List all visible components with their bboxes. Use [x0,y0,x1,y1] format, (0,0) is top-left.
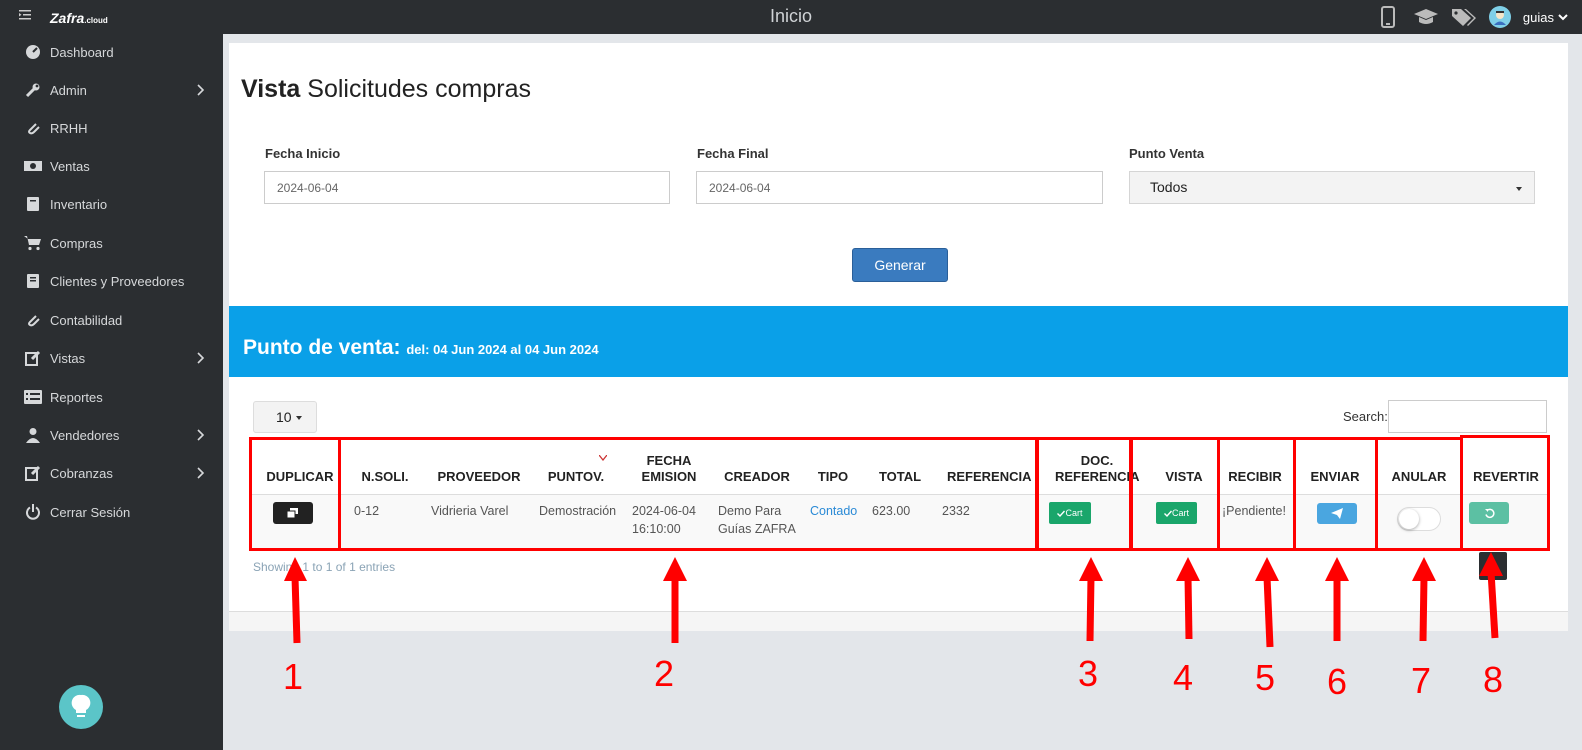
caret-down-icon [296,416,302,420]
paperclip-icon [24,311,42,329]
sidebar-item-contabilidad[interactable]: Contabilidad [0,302,223,338]
annotation-box-3 [1036,437,1132,551]
sidebar-item-vistas[interactable]: Vistas [0,340,223,376]
generar-button[interactable]: Generar [852,248,948,282]
annotation-arrow-7 [1412,557,1436,642]
sidebar-item-clientes-proveedores[interactable]: Clientes y Proveedores [0,263,223,299]
annotation-box-8 [1460,435,1550,551]
wrench-icon [24,81,42,99]
sidebar-item-rrhh[interactable]: RRHH [0,110,223,146]
chevron-down-icon [1558,14,1568,21]
chevron-right-icon [197,352,205,364]
annotation-number-1: 1 [283,656,304,697]
annotation-number-3: 3 [1078,653,1099,694]
cart-icon [24,234,42,252]
annotation-box-6 [1293,437,1378,551]
annotation-arrow-4 [1176,557,1200,640]
edit-icon [24,464,42,482]
annotation-box-2 [338,437,1038,551]
annotation-arrow-3 [1079,557,1103,642]
user-icon [24,426,42,444]
chevron-right-icon [197,429,205,441]
sidebar-item-compras[interactable]: Compras [0,225,223,261]
page-title: Vista Solicitudes compras [241,75,531,103]
annotation-number-6: 6 [1327,661,1348,702]
sidebar-item-dashboard[interactable]: Dashboard [0,34,223,70]
annotation-number-7: 7 [1411,660,1432,701]
mobile-icon[interactable] [1375,5,1401,29]
annotation-arrow-6 [1325,557,1349,641]
punto-venta-label: Punto Venta [1129,146,1205,161]
sidebar-item-reportes[interactable]: Reportes [0,379,223,415]
sidebar-item-cobranzas[interactable]: Cobranzas [0,455,223,491]
tags-icon[interactable] [1451,5,1477,29]
annotation-number-2: 2 [654,653,675,694]
book-icon [24,195,42,213]
power-icon [24,503,42,521]
search-label: Search: [1343,409,1388,424]
lightbulb-icon [71,694,91,717]
money-icon [24,157,42,175]
page-header-title: Inicio [769,6,813,26]
paperclip-icon [24,119,42,137]
filter-panel: Vista Solicitudes compras Fecha Inicio 2… [229,43,1568,306]
sidebar-item-admin[interactable]: Admin [0,72,223,108]
results-header: Punto de venta: del: 04 Jun 2024 al 04 J… [229,306,1568,377]
chevron-right-icon [197,467,205,479]
annotation-box-5 [1217,437,1296,551]
list-icon [24,388,42,406]
annotation-arrow-2 [663,557,687,643]
annotation-number-8: 8 [1483,659,1504,700]
annotation-arrow-5 [1255,557,1279,648]
fecha-final-input[interactable]: 2024-06-04 [696,171,1103,204]
fecha-inicio-input[interactable]: 2024-06-04 [264,171,670,204]
annotation-number-4: 4 [1173,657,1194,698]
caret-down-icon [1516,187,1522,191]
panel-footer [229,611,1568,631]
table-info: Showing 1 to 1 of 1 entries [253,560,396,574]
fecha-inicio-label: Fecha Inicio [265,146,341,161]
search-input[interactable] [1388,400,1547,433]
annotation-box-1 [249,437,341,551]
dashboard-icon [24,43,42,61]
graduation-cap-icon[interactable] [1413,5,1439,29]
edit-icon [24,349,42,367]
sidebar-item-vendedores[interactable]: Vendedores [0,417,223,453]
annotation-box-7 [1375,437,1463,551]
annotation-arrow-8 [1479,552,1503,639]
user-avatar-icon[interactable] [1488,6,1511,28]
lightbulb-help-button[interactable] [59,685,103,729]
sidebar-item-cerrar-sesion[interactable]: Cerrar Sesión [0,494,223,530]
sidebar: Dashboard Admin RRHH Ventas Inventario C… [0,34,223,750]
topbar: Zafra.cloud Inicio guias [0,0,1582,34]
chevron-right-icon [197,84,205,96]
annotation-box-4 [1130,437,1220,551]
punto-venta-select[interactable]: Todos [1129,171,1535,204]
results-title: Punto de venta: del: 04 Jun 2024 al 04 J… [243,336,599,359]
sidebar-item-inventario[interactable]: Inventario [0,186,223,222]
fecha-final-label: Fecha Final [697,146,769,161]
annotation-number-5: 5 [1255,657,1276,698]
address-book-icon [24,272,42,290]
sidebar-item-ventas[interactable]: Ventas [0,148,223,184]
annotation-arrow-1 [284,557,307,644]
user-menu[interactable]: guias [1523,10,1568,25]
page-length-select[interactable]: 10 [253,401,317,433]
